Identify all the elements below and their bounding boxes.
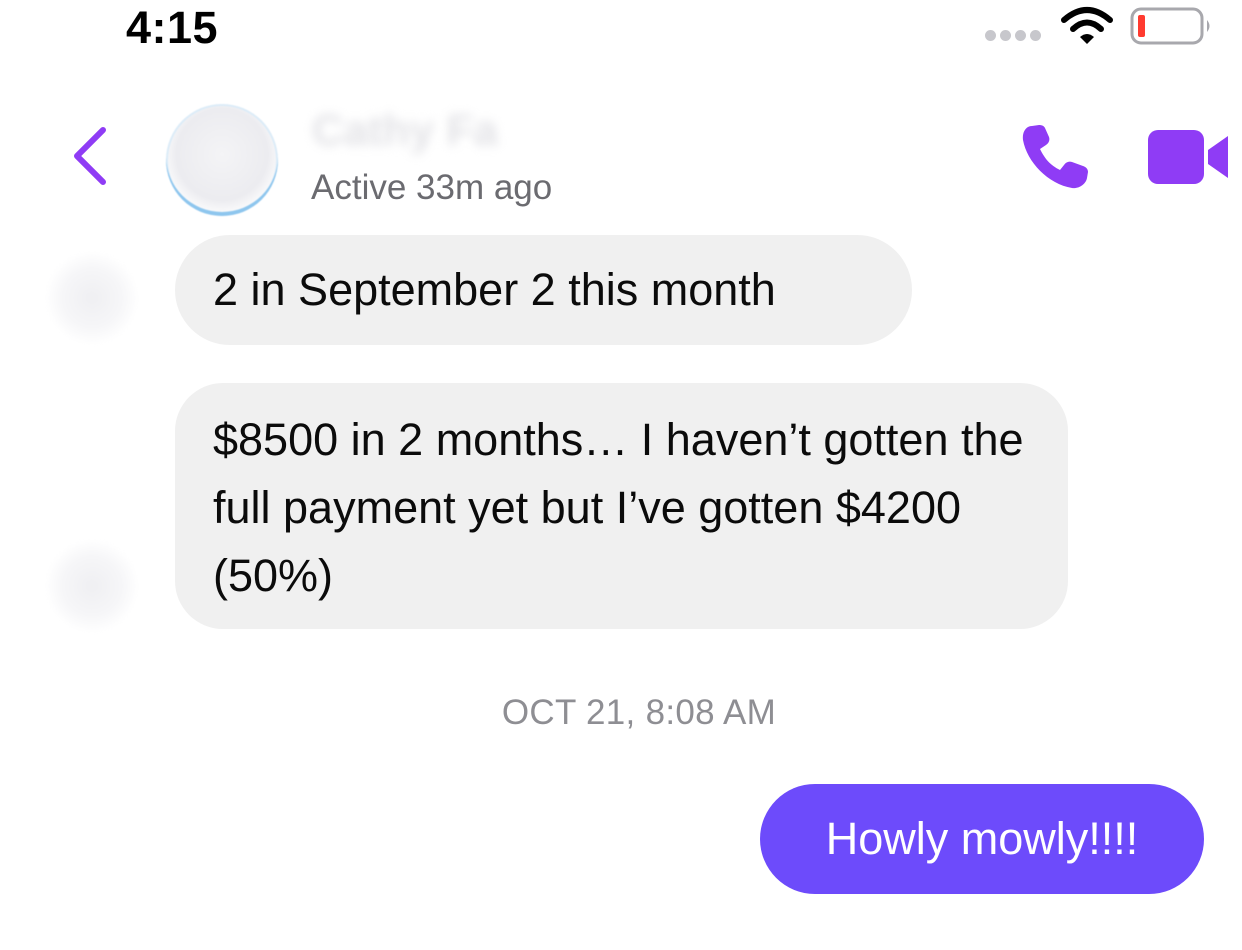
- incoming-message-bubble[interactable]: $8500 in 2 months… I haven’t gotten the …: [175, 383, 1068, 629]
- contact-name[interactable]: Cathy Fa: [312, 106, 498, 156]
- sender-avatar[interactable]: [46, 540, 138, 632]
- incoming-message-bubble[interactable]: 2 in September 2 this month: [175, 235, 912, 345]
- contact-avatar[interactable]: [166, 104, 278, 216]
- sender-avatar[interactable]: [46, 252, 138, 344]
- video-camera-icon[interactable]: [1146, 128, 1230, 186]
- back-chevron-icon[interactable]: [66, 124, 112, 188]
- wifi-icon: [1061, 7, 1113, 44]
- status-time: 4:15: [126, 2, 219, 53]
- battery-icon: [1130, 7, 1210, 45]
- active-status: Active 33m ago: [311, 168, 553, 207]
- outgoing-message-bubble[interactable]: Howly mowly!!!!: [760, 784, 1204, 894]
- cellular-signal-icon: [985, 30, 1041, 41]
- phone-icon[interactable]: [1018, 122, 1092, 192]
- message-timestamp: OCT 21, 8:08 AM: [501, 693, 777, 732]
